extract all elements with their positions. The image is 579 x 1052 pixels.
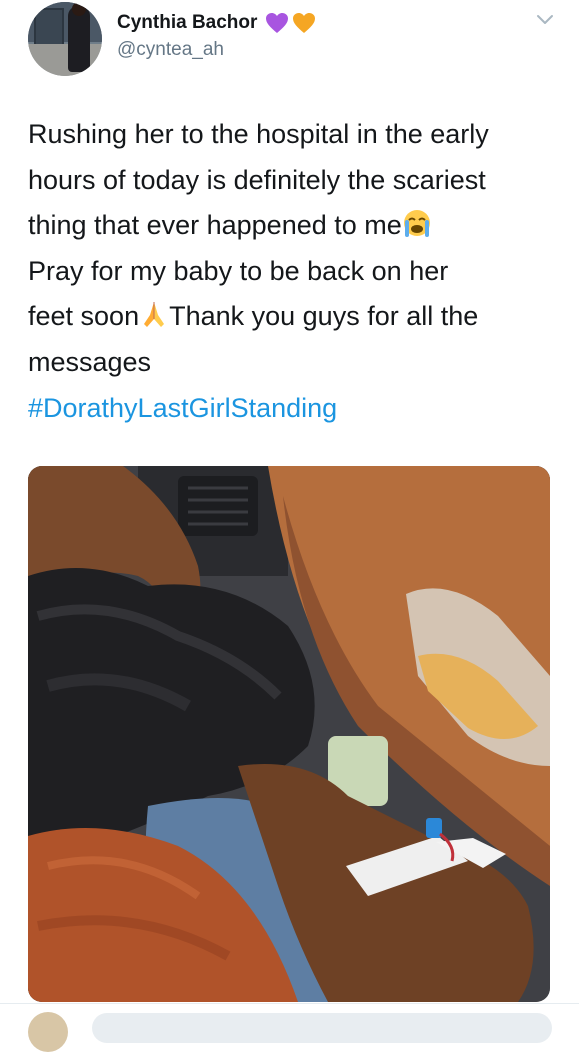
orange-heart-icon [293,13,316,33]
name-emoji-badges [265,12,316,34]
display-name[interactable]: Cynthia Bachor [117,12,257,34]
photo-illustration [28,466,550,1002]
username-handle[interactable]: @cyntea_ah [117,39,224,61]
tweet-line: messages [28,346,152,377]
tweet-line: hours of today is definitely the scaries… [28,164,486,195]
tweet-line: Thank you guys for all the [169,301,479,331]
folded-hands-icon [144,302,165,327]
purple-heart-icon [266,13,289,33]
chevron-down-icon[interactable] [535,12,555,28]
author-name-row: Cynthia Bachor [117,10,316,36]
reply-avatar [28,1012,68,1052]
tweet-line: Rushing her to the hospital in the early [28,119,489,149]
tweet-photo[interactable] [28,466,550,1002]
avatar[interactable] [28,2,102,76]
tweet-text: Rushing her to the hospital in the early… [28,112,558,385]
tweet-line: feet soon [28,301,140,331]
tweet-line: thing that ever happened to me [28,210,402,240]
tweet-line: Pray for my baby to be back on her [28,255,449,286]
loudly-crying-face-icon [403,210,430,237]
divider [0,1003,579,1004]
hashtag-link[interactable]: #DorathyLastGirlStanding [28,393,337,424]
reply-input[interactable] [92,1013,552,1043]
